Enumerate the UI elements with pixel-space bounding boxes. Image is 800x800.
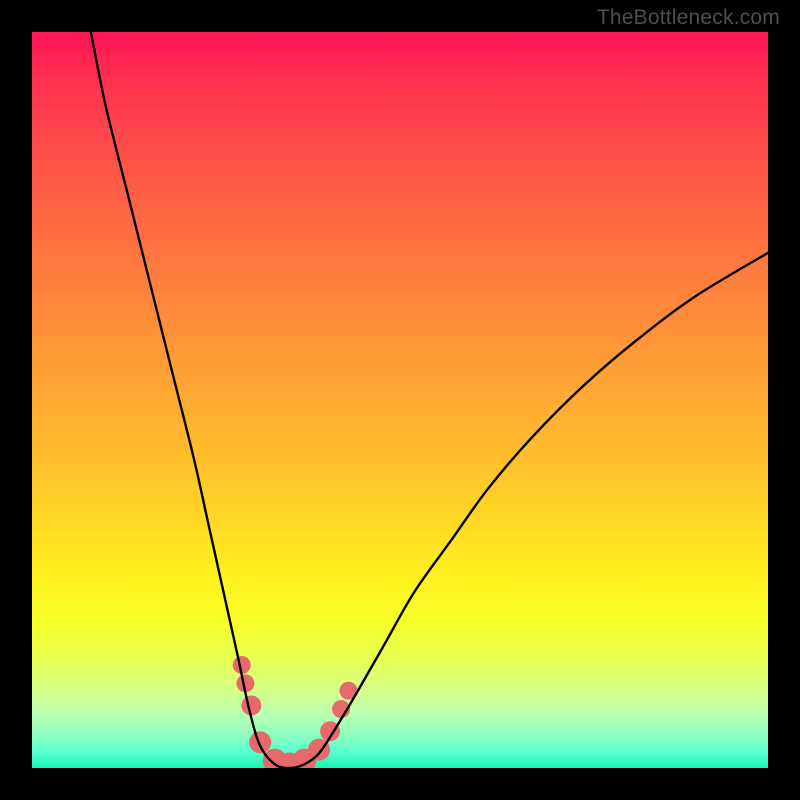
plot-area xyxy=(32,32,768,768)
bottleneck-curve xyxy=(91,32,768,768)
highlight-dot xyxy=(249,731,271,753)
chart-frame: TheBottleneck.com xyxy=(0,0,800,800)
watermark-text: TheBottleneck.com xyxy=(597,6,780,30)
highlight-dot xyxy=(241,695,261,715)
curve-svg xyxy=(32,32,768,768)
highlight-markers xyxy=(233,656,358,768)
